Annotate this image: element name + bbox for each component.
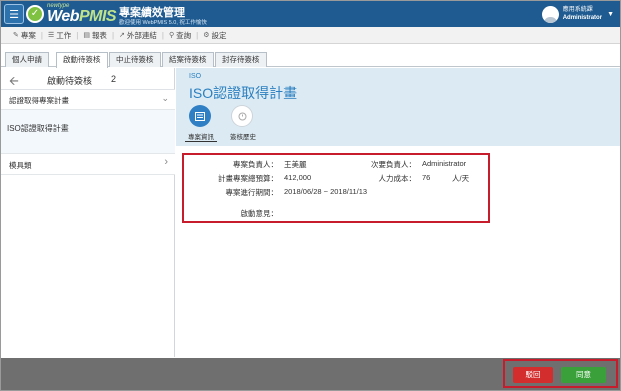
link-icon: ↗ bbox=[119, 32, 125, 39]
user-name: 應用系統課 bbox=[562, 7, 593, 13]
project-header: ISO ISO認證取得計畫 專案資訊 簽核歷史 bbox=[176, 68, 620, 146]
period-label: 專案進行期間： bbox=[225, 188, 279, 197]
tab-bar: 個人申請 啟動待簽核 中止待簽核 結案待簽核 封存待簽核 bbox=[1, 44, 620, 68]
menu-item-project[interactable]: ✎ 專案 bbox=[13, 30, 36, 41]
manager-value: 王美麗 bbox=[284, 160, 307, 169]
brand-pmis: PMIS bbox=[78, 8, 117, 25]
action-footer: 駁回 同意 bbox=[1, 358, 620, 390]
tab-start-approval[interactable]: 啟動待簽核 bbox=[56, 52, 108, 68]
tab-close-approval[interactable]: 結案待簽核 bbox=[162, 52, 214, 67]
app-header: ☰ ✓ newtype WebPMIS 專案績效管理 歡迎使用 WebPMIS … bbox=[1, 1, 620, 27]
gear-icon: ⚙ bbox=[203, 32, 210, 39]
brand-logo: WebPMIS bbox=[47, 8, 117, 26]
tab-label: 專案資訊 bbox=[185, 131, 217, 142]
manpower-label: 人力成本： bbox=[378, 174, 417, 183]
group-label: 認證取得專案計畫 bbox=[9, 96, 69, 105]
menu-item-task[interactable]: ☰ 工作 bbox=[48, 30, 71, 41]
menu-divider: | bbox=[40, 30, 43, 40]
menu-item-search[interactable]: ⚲ 查詢 bbox=[169, 30, 191, 41]
list-item-iso[interactable]: ISO認證取得計畫 bbox=[1, 110, 175, 154]
reject-button[interactable]: 駁回 bbox=[513, 367, 553, 383]
main-menu: ✎ 專案 | ☰ 工作 | ▤ 報表 | ↗ 外部連結 | ⚲ 查詢 | ⚙ 設定 bbox=[1, 27, 620, 44]
left-panel: 🡨 啟動待簽核 2 認證取得專案計畫 ⌄ ISO認證取得計畫 模具類 › bbox=[1, 68, 175, 357]
tab-label: 簽核歷史 bbox=[230, 134, 256, 141]
left-panel-header: 🡨 啟動待簽核 2 bbox=[1, 68, 175, 90]
menu-item-links[interactable]: ↗ 外部連結 bbox=[119, 30, 157, 41]
search-icon: ⚲ bbox=[168, 32, 175, 39]
secondary-manager-value: Administrator bbox=[422, 159, 467, 168]
menu-item-report[interactable]: ▤ 報表 bbox=[83, 30, 107, 41]
chevron-right-icon: › bbox=[164, 156, 168, 168]
tab-suspend-approval[interactable]: 中止待簽核 bbox=[109, 52, 161, 67]
menu-item-settings[interactable]: ⚙ 設定 bbox=[203, 30, 226, 41]
user-info: 應用系統課 Administrator bbox=[563, 6, 602, 22]
main-content: ISO ISO認證取得計畫 專案資訊 簽核歷史 專案負責人： 王美麗 次要負責人… bbox=[176, 68, 620, 357]
group-certification[interactable]: 認證取得專案計畫 ⌄ bbox=[1, 90, 175, 110]
chevron-down-icon: ⌄ bbox=[161, 93, 169, 103]
menu-label: 工作 bbox=[56, 30, 72, 40]
app-window: ☰ ✓ newtype WebPMIS 專案績效管理 歡迎使用 WebPMIS … bbox=[0, 0, 621, 391]
menu-label: 外部連結 bbox=[126, 30, 157, 40]
menu-label: 設定 bbox=[211, 30, 227, 40]
tab-personal[interactable]: 個人申請 bbox=[5, 52, 49, 67]
home-icon[interactable]: ☰ bbox=[4, 4, 24, 24]
project-category: ISO bbox=[189, 73, 202, 80]
action-button-group: 駁回 同意 bbox=[503, 359, 618, 388]
project-info-panel: 專案負責人： 王美麗 次要負責人： Administrator 計畫專案總預算：… bbox=[182, 153, 490, 223]
avatar-icon bbox=[543, 16, 557, 23]
menu-label: 查詢 bbox=[176, 30, 192, 40]
project-title: ISO認證取得計畫 bbox=[189, 85, 298, 101]
chevron-down-icon[interactable]: ▼ bbox=[607, 11, 614, 18]
document-icon bbox=[189, 105, 211, 127]
tab-archive-approval[interactable]: 封存待簽核 bbox=[215, 52, 267, 67]
list-item-label: ISO認證取得計畫 bbox=[7, 124, 69, 133]
menu-label: 報表 bbox=[91, 30, 107, 40]
menu-divider: | bbox=[161, 30, 164, 40]
manpower-unit: 人/天 bbox=[452, 174, 470, 183]
budget-value: 412,000 bbox=[284, 173, 312, 182]
avatar bbox=[541, 5, 559, 23]
period-value: 2018/06/28 ~ 2018/11/13 bbox=[284, 187, 368, 196]
left-panel-title: 啟動待簽核 bbox=[47, 76, 93, 86]
group-label: 模具類 bbox=[9, 161, 32, 170]
budget-label: 計畫專案總預算： bbox=[218, 174, 278, 183]
report-icon: ▤ bbox=[83, 32, 90, 39]
edit-icon: ✎ bbox=[13, 32, 19, 39]
approve-button[interactable]: 同意 bbox=[561, 367, 606, 383]
menu-label: 專案 bbox=[20, 30, 36, 40]
clock-icon bbox=[231, 105, 253, 127]
group-mold[interactable]: 模具類 › bbox=[1, 154, 175, 175]
menu-divider: | bbox=[111, 30, 115, 40]
pending-count: 2 bbox=[111, 74, 117, 84]
secondary-manager-label: 次要負責人： bbox=[371, 160, 416, 169]
user-menu[interactable]: 應用系統課 Administrator ▼ bbox=[541, 4, 614, 24]
logo-check-icon: ✓ bbox=[26, 5, 44, 23]
system-subtitle: 歡迎使用 WebPMIS 5.0, 祝工作愉快 bbox=[119, 20, 207, 26]
user-role: Administrator bbox=[562, 15, 603, 21]
opinion-label: 啟動意見： bbox=[240, 209, 279, 218]
list-icon: ☰ bbox=[47, 32, 55, 39]
brand-web: Web bbox=[47, 8, 79, 25]
manpower-value: 76 bbox=[422, 173, 431, 182]
menu-divider: | bbox=[76, 30, 79, 40]
manager-label: 專案負責人： bbox=[233, 160, 278, 169]
tab-project-info[interactable]: 專案資訊 bbox=[179, 103, 227, 142]
tab-approval-history[interactable]: 簽核歷史 bbox=[221, 103, 269, 141]
menu-divider: | bbox=[196, 30, 199, 40]
